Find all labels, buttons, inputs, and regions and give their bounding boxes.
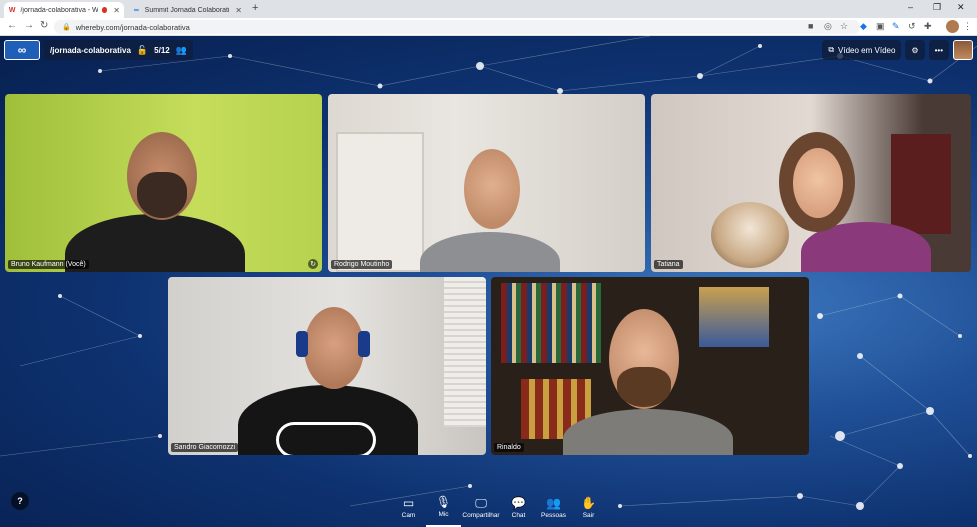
microphone-icon: 🎙 bbox=[435, 495, 452, 509]
translate-extension-icon[interactable]: ◆ bbox=[860, 21, 867, 32]
recording-indicator-icon bbox=[101, 7, 108, 13]
video-tile-rinaldo[interactable]: Rinaldo bbox=[491, 277, 809, 455]
tab-title: /jornada-colaborativa - Whe bbox=[20, 6, 98, 14]
headphone-icon bbox=[358, 331, 370, 357]
browser-tab-whereby[interactable]: W /jornada-colaborativa - Whe ✕ bbox=[4, 2, 124, 18]
avatar[interactable] bbox=[953, 40, 973, 60]
participant-beard bbox=[137, 172, 187, 218]
chat-label: Chat bbox=[511, 512, 526, 519]
browser-toolbar: ← → ↻ 🔒 whereby.com/jornada-colaborativa… bbox=[0, 18, 977, 36]
people-icon: 👥 bbox=[546, 496, 561, 510]
browser-profile-avatar[interactable] bbox=[946, 20, 959, 33]
minimize-window-button[interactable]: – bbox=[908, 2, 913, 12]
room-header: ∞ /jornada-colaborativa 🔓 5/12 👥 bbox=[4, 40, 193, 60]
picture-in-picture-icon: ⧉ bbox=[828, 45, 835, 54]
reload-icon[interactable]: ↻ bbox=[40, 20, 48, 31]
meeting-controls-bar: ▭ Cam 🎙 Mic 🖵 Compartilhar 💬 Chat 👥 Pess… bbox=[391, 489, 606, 527]
background-dark-panel bbox=[891, 134, 951, 234]
address-bar[interactable]: 🔒 whereby.com/jornada-colaborativa bbox=[54, 20, 860, 34]
video-tile-bruno[interactable]: Bruno Kaufmann (Você) ↻ bbox=[5, 94, 322, 272]
camera-label: Cam bbox=[401, 512, 416, 519]
picture-in-picture-label: Vídeo em Vídeo bbox=[838, 45, 896, 55]
location-icon[interactable]: ◎ bbox=[824, 21, 832, 32]
bookmark-star-icon[interactable]: ☆ bbox=[840, 21, 848, 32]
participant-head bbox=[793, 148, 843, 218]
video-tile-sandro[interactable]: Sandro Giacomozzi bbox=[168, 277, 486, 455]
dog bbox=[711, 202, 789, 268]
bookshelf-books bbox=[501, 283, 601, 363]
gear-icon: ⚙ bbox=[911, 45, 919, 55]
participant-head bbox=[304, 307, 364, 389]
board-games bbox=[699, 287, 769, 347]
camera-button[interactable]: ▭ Cam bbox=[391, 489, 426, 527]
extensions-puzzle-icon[interactable]: ✚ bbox=[924, 21, 932, 32]
whereby-favicon-icon: W bbox=[8, 6, 16, 14]
pen-extension-icon[interactable]: ✎ bbox=[892, 21, 900, 32]
camera-icon: ▭ bbox=[402, 496, 415, 510]
tab-title: Summit Jornada Colaborativa | A bbox=[144, 6, 230, 14]
participant-head bbox=[464, 149, 520, 229]
jornada-logo-icon: ∞ bbox=[4, 40, 40, 60]
video-tile-rodrigo[interactable]: Rodrigo Moutinho bbox=[328, 94, 645, 272]
leave-hand-icon: ✋ bbox=[581, 496, 596, 510]
screen-share-icon: 🖵 bbox=[475, 496, 487, 510]
close-tab-icon[interactable]: ✕ bbox=[113, 6, 120, 15]
window-blinds bbox=[444, 277, 486, 427]
screen-share-label: Compartilhar bbox=[462, 512, 500, 519]
room-info-pill[interactable]: /jornada-colaborativa 🔓 5/12 👥 bbox=[44, 40, 193, 60]
meeting-stage: ∞ /jornada-colaborativa 🔓 5/12 👥 ⧉ Vídeo… bbox=[0, 36, 977, 527]
people-icon[interactable]: 👥 bbox=[176, 45, 187, 56]
maximize-window-button[interactable]: ❐ bbox=[933, 2, 941, 13]
top-right-controls: ⧉ Vídeo em Vídeo ⚙ ••• bbox=[822, 40, 973, 60]
participant-name-label: Rinaldo bbox=[494, 443, 524, 452]
leave-button[interactable]: ✋ Sair bbox=[571, 489, 606, 527]
screen-share-button[interactable]: 🖵 Compartilhar bbox=[461, 489, 501, 527]
more-options-button[interactable]: ••• bbox=[928, 40, 949, 60]
video-tile-tatiana[interactable]: Tatiana bbox=[651, 94, 971, 272]
participant-name-label: Sandro Giacomozzi bbox=[171, 443, 239, 452]
chat-icon: 💬 bbox=[511, 496, 526, 510]
more-dots-icon: ••• bbox=[934, 45, 943, 55]
refresh-extension-icon[interactable]: ↺ bbox=[908, 21, 916, 32]
camera-permission-icon[interactable]: ■ bbox=[808, 21, 813, 31]
unlocked-padlock-icon[interactable]: 🔓 bbox=[137, 45, 148, 56]
participant-body bbox=[420, 232, 560, 272]
background-door bbox=[336, 132, 424, 272]
close-tab-icon[interactable]: ✕ bbox=[235, 6, 242, 15]
new-tab-button[interactable]: + bbox=[252, 2, 258, 14]
room-name: /jornada-colaborativa bbox=[50, 45, 131, 55]
participant-name-label: Bruno Kaufmann (Você) bbox=[8, 260, 89, 269]
help-button[interactable]: ? bbox=[11, 492, 29, 510]
back-arrow-icon[interactable]: ← bbox=[7, 20, 17, 31]
browser-tab-strip: W /jornada-colaborativa - Whe ✕ ∞ Summit… bbox=[0, 0, 977, 18]
microphone-label: Mic bbox=[438, 511, 449, 518]
participant-name-label: Tatiana bbox=[654, 260, 683, 269]
lock-icon: 🔒 bbox=[62, 24, 71, 31]
leave-label: Sair bbox=[582, 512, 595, 519]
devops-infinity-logo bbox=[276, 422, 376, 455]
browser-menu-icon[interactable]: ⋮ bbox=[963, 21, 972, 32]
participant-name-label: Rodrigo Moutinho bbox=[331, 260, 393, 269]
participant-count: 5/12 bbox=[154, 45, 170, 55]
microphone-button[interactable]: 🎙 Mic bbox=[426, 489, 461, 527]
switch-camera-icon[interactable]: ↻ bbox=[308, 259, 318, 269]
participant-body bbox=[65, 214, 245, 272]
picture-in-picture-button[interactable]: ⧉ Vídeo em Vídeo bbox=[822, 40, 902, 60]
participant-beard bbox=[617, 367, 671, 407]
browser-tab-summit[interactable]: ∞ Summit Jornada Colaborativa | A ✕ bbox=[128, 2, 246, 18]
chat-button[interactable]: 💬 Chat bbox=[501, 489, 536, 527]
settings-button[interactable]: ⚙ bbox=[905, 40, 925, 60]
people-label: Pessoas bbox=[541, 512, 566, 519]
url-text: whereby.com/jornada-colaborativa bbox=[75, 22, 190, 32]
forward-arrow-icon[interactable]: → bbox=[24, 20, 34, 31]
people-button[interactable]: 👥 Pessoas bbox=[536, 489, 571, 527]
close-window-button[interactable]: ✕ bbox=[957, 2, 965, 13]
cast-extension-icon[interactable]: ▣ bbox=[876, 21, 885, 32]
headphone-icon bbox=[296, 331, 308, 357]
summit-favicon-icon: ∞ bbox=[133, 6, 139, 14]
